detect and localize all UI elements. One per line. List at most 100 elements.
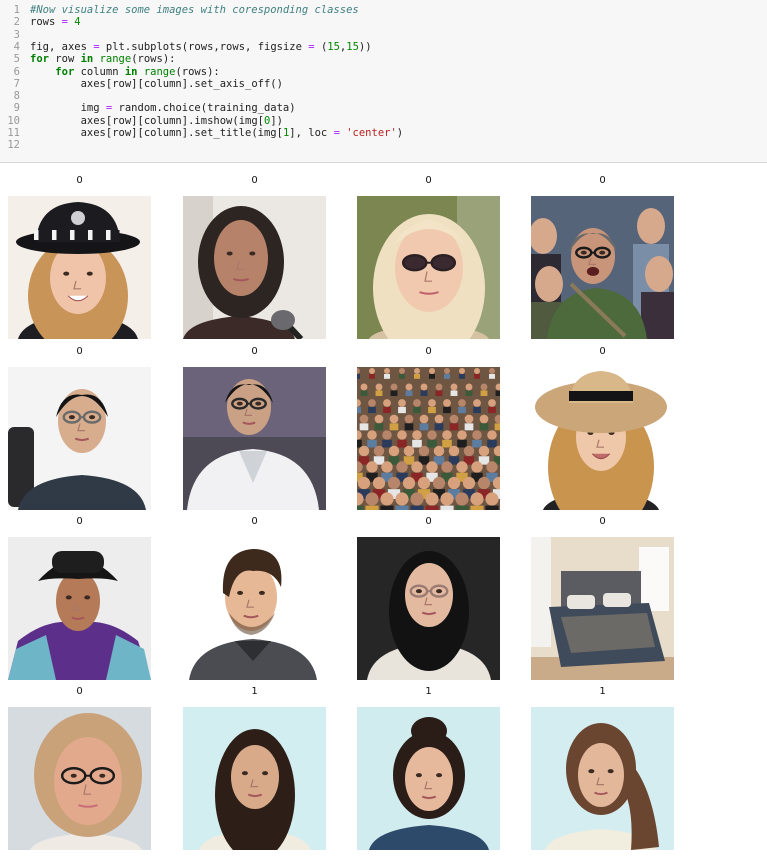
microphone-shape <box>271 310 295 330</box>
crowd-shirt-shape <box>360 390 368 396</box>
image-svg <box>183 707 326 850</box>
glasses-shape <box>401 254 428 272</box>
code-line[interactable]: 9 img = random.choice(training_data) <box>0 102 767 114</box>
crowd-head-shape <box>426 461 438 473</box>
crowd-head-shape <box>357 476 371 490</box>
scene-group <box>8 196 151 339</box>
crowd-head-shape <box>411 461 423 473</box>
crowd-shirt-shape <box>390 390 398 396</box>
code-text[interactable]: #Now visualize some images with corespon… <box>30 4 359 16</box>
code-line[interactable]: 5 for row in range(rows): <box>0 53 767 65</box>
subplot-image <box>531 707 674 850</box>
crowd-head-shape <box>390 383 398 391</box>
code-text[interactable]: for column in range(rows): <box>30 66 219 78</box>
subplot-image <box>531 367 674 510</box>
checker-band-shape <box>79 230 84 240</box>
crowd-head-shape <box>435 383 443 391</box>
subplot: 0 <box>531 345 674 510</box>
subplot: 1 <box>357 685 500 850</box>
scene-group <box>8 707 151 850</box>
crowd-shirt-shape <box>425 505 439 510</box>
crowd-head-shape <box>419 414 429 424</box>
subplot-title: 0 <box>76 346 83 357</box>
code-cell[interactable]: 1 #Now visualize some images with corespo… <box>0 0 767 163</box>
line-number: 8 <box>13 90 20 103</box>
crowd-shirt-shape <box>473 406 481 414</box>
crowd-shirt-shape <box>365 505 379 510</box>
eye-shape <box>70 773 77 778</box>
code-text[interactable]: fig, axes = plt.subplots(rows,rows, figs… <box>30 41 372 53</box>
code-line[interactable]: 2 rows = 4 <box>0 16 767 28</box>
subplot: 0 <box>531 174 674 339</box>
code-text[interactable]: axes[row][column].set_title(img[1], loc … <box>30 127 404 139</box>
checker-band-shape <box>115 230 120 240</box>
crowd-shirt-shape <box>405 390 413 396</box>
image-svg <box>183 537 326 680</box>
crowd-shirt-shape <box>440 505 454 510</box>
code-text[interactable]: for row in range(rows): <box>30 53 175 65</box>
crowd-shirt-shape <box>382 439 392 448</box>
crowd-shirt-shape <box>357 406 361 414</box>
scene-group <box>183 196 326 339</box>
crowd-head-shape <box>472 430 482 440</box>
scene-group <box>8 537 151 680</box>
code-text[interactable]: axes[row][column].set_axis_off() <box>30 78 283 90</box>
code-line[interactable]: 11 axes[row][column].set_title(img[1], l… <box>0 127 767 139</box>
image-svg <box>183 367 326 510</box>
crowd-shirt-shape <box>398 406 406 414</box>
code-text[interactable]: img = random.choice(training_data) <box>30 102 296 114</box>
line-number: 6 <box>13 65 20 78</box>
image-svg <box>531 196 674 339</box>
crowd-head-shape <box>410 492 424 506</box>
code-text[interactable]: axes[row][column].imshow(img[0]) <box>30 115 283 127</box>
crowd-head-shape <box>398 399 406 407</box>
crowd-head-shape <box>365 492 379 506</box>
code-line[interactable]: 3 <box>0 29 767 41</box>
blanket-shape <box>561 613 655 653</box>
crowd-shirt-shape <box>357 505 364 510</box>
crowd-shirt-shape <box>443 406 451 414</box>
crowd-shirt-shape <box>464 423 474 431</box>
scene-group <box>8 367 151 510</box>
checker-band-shape <box>97 230 102 240</box>
crowd-shirt-shape <box>410 505 424 510</box>
subplot: 0 <box>183 345 326 510</box>
crowd-head-shape <box>380 492 394 506</box>
crowd-head-shape <box>389 414 399 424</box>
eye-shape <box>607 769 614 774</box>
eye-shape <box>415 589 422 594</box>
crowd-head-shape <box>373 445 385 457</box>
crowd-head-shape <box>477 476 491 490</box>
crowd-head-shape <box>360 383 368 391</box>
crowd-shirt-shape <box>395 505 409 510</box>
code-line[interactable]: 4 fig, axes = plt.subplots(rows,rows, fig… <box>0 41 767 53</box>
code-line[interactable]: 10 axes[row][column].imshow(img[0]) <box>0 115 767 127</box>
crowd-head-shape <box>359 414 369 424</box>
crowd-head-shape <box>489 368 495 374</box>
code-line[interactable]: 6 for column in range(rows): <box>0 66 767 78</box>
subplot: 0 <box>357 345 500 510</box>
subplot-image <box>183 196 326 339</box>
code-line[interactable]: 12 <box>0 139 767 151</box>
crowd-head-shape <box>372 476 386 490</box>
crowd-shirt-shape <box>465 390 473 396</box>
face-shape <box>56 571 100 631</box>
code-line[interactable]: 8 <box>0 90 767 102</box>
scene-group <box>531 196 674 339</box>
crowd-head-shape <box>434 414 444 424</box>
crowd-head-shape <box>396 461 408 473</box>
crowd-head-shape <box>417 476 431 490</box>
scene-group <box>531 537 674 680</box>
code-line[interactable]: 7 axes[row][column].set_axis_off() <box>0 78 767 90</box>
output-area: 0 0 0 0 0 0 0 0 0 0 0 0 0 1 1 1 <box>0 164 767 857</box>
crowd-head-shape <box>369 368 375 374</box>
crowd-shirt-shape <box>384 374 390 379</box>
eye-shape <box>580 250 587 255</box>
code-text[interactable]: rows = 4 <box>30 16 81 28</box>
scene-group <box>183 537 326 680</box>
image-svg <box>357 196 500 339</box>
crowd-shirt-shape <box>428 406 436 414</box>
crowd-shirt-shape <box>480 390 488 396</box>
crowd-head-shape <box>447 476 461 490</box>
code-line[interactable]: 1 #Now visualize some images with corespo… <box>0 4 767 16</box>
